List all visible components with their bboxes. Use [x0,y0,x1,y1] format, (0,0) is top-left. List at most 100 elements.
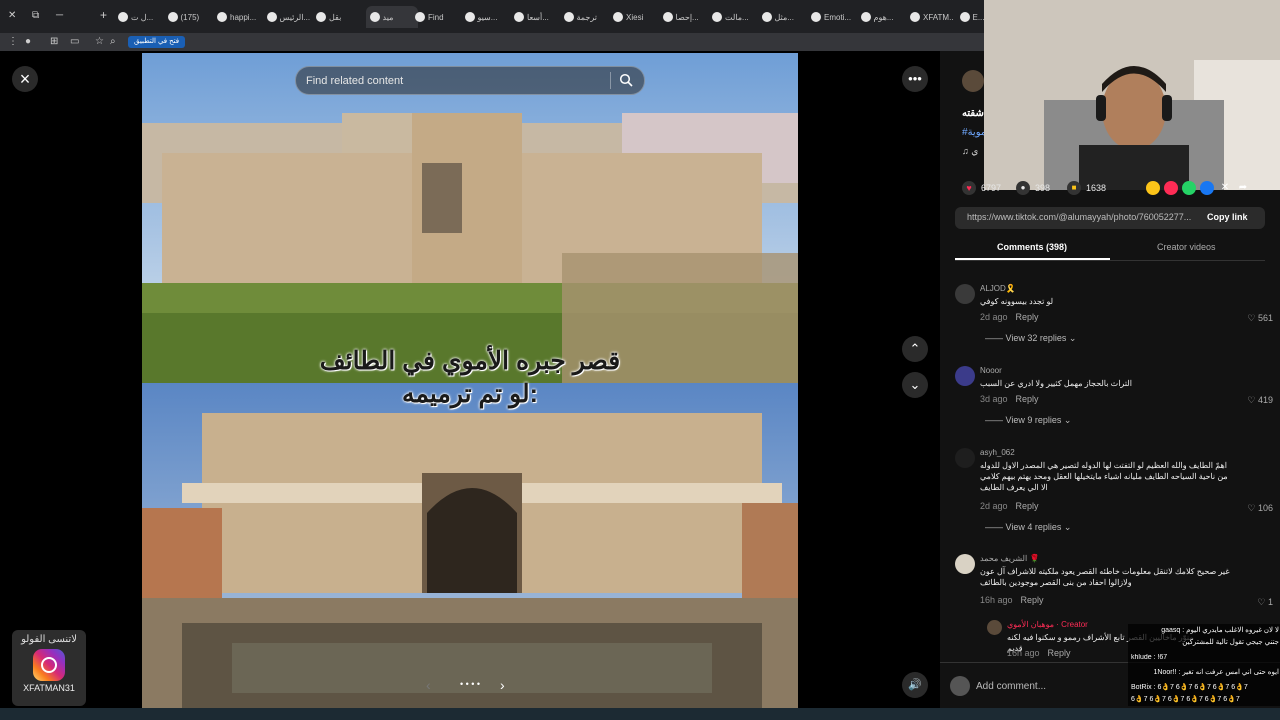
browser-tab[interactable]: هوم... [860,6,905,28]
browser-tab[interactable]: بقل [316,6,360,28]
chat-line: BotRix : 6👌7 6👌7 6👌7 6👌7 6👌7 [1131,684,1248,691]
heart-icon[interactable]: ♥ [962,181,976,195]
open-in-app-button[interactable]: فتح في التطبيق [128,36,186,48]
browser-tab[interactable]: Find [415,6,459,28]
browser-tab[interactable]: إحصا... [662,6,707,28]
browser-tab[interactable]: سيو... [464,6,509,28]
browser-tab[interactable]: ترجمة [563,6,608,28]
tab-label: مثل... [774,12,794,22]
avatar[interactable] [987,620,1002,635]
browser-tab[interactable]: مالت... [712,6,756,28]
reply-button[interactable]: Reply [1048,648,1071,658]
streamer-webcam [984,0,1280,190]
bookmark-icon[interactable]: ■ [1067,181,1081,195]
facebook-icon[interactable] [1200,181,1214,195]
tab-label: هوم... [873,12,894,22]
comment-like: ♡ 561 [1247,313,1273,324]
tab-label: بقل [329,12,342,22]
tab-favicon-icon [217,12,227,22]
reply-button[interactable]: Reply [1016,312,1039,322]
comment-author[interactable]: الشريف محمد 🌹 [980,554,1039,563]
comment-date: 3d ago [980,394,1008,404]
duplicate-icon[interactable]: ⧉ [32,9,39,23]
close-viewer-button[interactable]: × [12,66,38,92]
comment-stat[interactable]: ● 398 [1016,181,1050,195]
close-icon[interactable]: ✕ [8,9,16,23]
view-replies-button[interactable]: —— View 4 replies ⌄ [985,522,1071,533]
share-arrow-icon[interactable]: ➦ [1236,181,1250,195]
comment-author[interactable]: asyh_062 [980,448,1015,457]
browser-tab[interactable]: Emoti... [811,6,855,28]
minimize-icon[interactable]: ─ [56,9,63,23]
reply-button[interactable]: Reply [1021,595,1044,605]
avatar[interactable] [955,448,975,468]
heart-outline-icon[interactable]: ♡ [1247,395,1258,405]
avatar[interactable] [955,554,975,574]
reply-author[interactable]: موهبان الأموي · Creator [1007,620,1088,629]
tab-favicon-icon [266,12,277,22]
browser-tab[interactable]: Xiesi [613,6,657,28]
extensions-icon[interactable]: ⊞ [50,35,58,49]
browser-tab[interactable]: الرئيس... [266,6,311,28]
browser-tab[interactable]: XFATM... [910,6,954,28]
post-url: https://www.tiktok.com/@alumayyah/photo/… [967,212,1192,222]
tab-creator-videos[interactable]: Creator videos [1157,242,1216,252]
view-replies-button[interactable]: —— View 9 replies ⌄ [985,415,1071,426]
browser-tab[interactable]: ميد [365,6,418,28]
carousel-dots[interactable]: • • • • [455,679,485,693]
reply-button[interactable]: Reply [1016,501,1039,511]
zoom-icon[interactable]: ⌕ [110,35,116,49]
repost-icon[interactable] [1164,181,1178,195]
browser-tab[interactable]: مثل... [761,6,806,28]
browser-tab[interactable]: happi... [217,6,261,28]
webcam-illustration [984,0,1280,190]
follow-reminder: لاتنسى الفولو [21,634,77,645]
sidebar-icon[interactable]: ▭ [70,35,79,49]
comment-bubble-icon[interactable]: ● [1016,181,1030,195]
view-replies-button[interactable]: —— View 32 replies ⌄ [985,333,1076,344]
chevron-left-icon[interactable]: ‹ [426,677,431,693]
chevron-right-icon[interactable]: › [500,677,505,693]
post-music[interactable]: ♫ ي [962,146,978,157]
search-input[interactable] [304,71,598,91]
next-video-button[interactable]: ⌄ [902,372,928,398]
new-tab-icon[interactable]: + [100,8,107,22]
save-stat[interactable]: ■ 1638 [1067,181,1106,195]
browser-tab[interactable]: ل ت... [118,6,162,28]
comment-author[interactable]: Nooor [980,366,1002,375]
heart-outline-icon[interactable]: ♡ [1257,597,1268,607]
browser-tab[interactable]: (175) [167,6,212,28]
tab-favicon-icon [415,12,425,22]
avatar [950,676,970,696]
search-bar[interactable] [295,66,645,95]
avatar[interactable] [955,284,975,304]
whatsapp-icon[interactable] [1182,181,1196,195]
menu-dots-icon[interactable]: ⋮ [8,35,18,49]
like-stat[interactable]: ♥ 6797 [962,181,1001,195]
tab-comments[interactable]: Comments (398) [997,242,1067,252]
heart-outline-icon[interactable]: ♡ [1247,313,1258,323]
avatar[interactable] [955,366,975,386]
creator-avatar[interactable] [962,70,984,92]
tab-label: happi... [230,12,257,22]
x-icon[interactable]: ✕ [1218,181,1232,195]
search-icon[interactable] [619,73,633,87]
volume-icon[interactable]: 🔊 [902,672,928,698]
more-options-icon[interactable]: ••• [902,66,928,92]
tab-favicon-icon [613,12,623,22]
bookmark-star-icon[interactable]: ☆ [95,35,104,49]
tab-label: XFATM... [923,12,954,22]
copy-link-box: https://www.tiktok.com/@alumayyah/photo/… [955,207,1265,229]
previous-video-button[interactable]: ⌃ [902,336,928,362]
profile-icon[interactable]: ● [25,35,31,49]
comment-like-count: 561 [1257,313,1273,323]
tab-label: ميد [382,12,394,22]
copy-link-button[interactable]: Copy link [1207,212,1248,222]
tab-favicon-icon [316,12,326,22]
browser-tab[interactable]: أسعا... [514,6,558,28]
heart-outline-icon[interactable]: ♡ [1247,503,1258,513]
emoji-share-icon[interactable] [1146,181,1160,195]
chat-line: 6👌7 6👌7 6👌7 6👌7 6👌7 6👌7 [1131,696,1240,703]
reply-button[interactable]: Reply [1016,394,1039,404]
comment-author[interactable]: ALJOD🎗️ [980,284,1016,293]
